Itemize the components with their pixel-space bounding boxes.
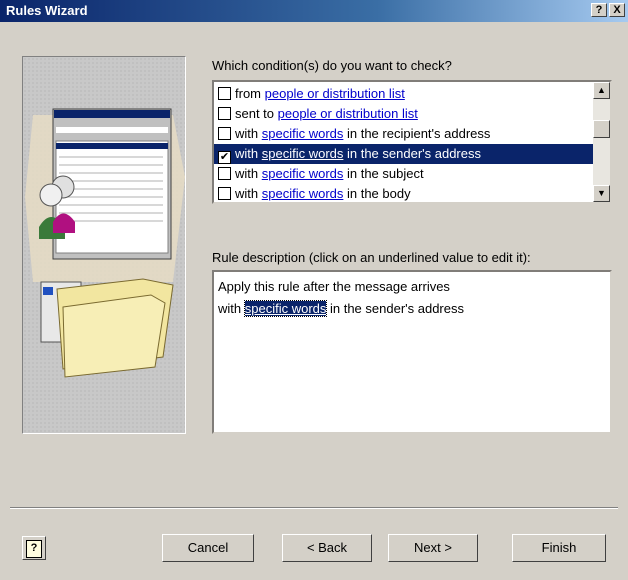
checkbox[interactable]	[218, 127, 231, 140]
cancel-button[interactable]: Cancel	[162, 534, 254, 562]
condition-item[interactable]: sent to people or distribution list	[214, 104, 593, 124]
help-button[interactable]: ?	[22, 536, 46, 560]
checkbox[interactable]	[218, 87, 231, 100]
condition-link[interactable]: specific words	[262, 166, 344, 181]
rule-description-label: Rule description (click on an underlined…	[212, 250, 531, 265]
wizard-illustration	[22, 56, 186, 434]
conditions-scrollbar[interactable]: ▲ ▼	[593, 82, 610, 202]
help-icon[interactable]: ?	[591, 3, 607, 17]
checkbox-checked[interactable]: ✔	[218, 151, 231, 164]
condition-item-selected[interactable]: ✔ with specific words in the sender's add…	[214, 144, 593, 164]
condition-link[interactable]: people or distribution list	[265, 86, 405, 101]
conditions-prompt: Which condition(s) do you want to check?	[212, 58, 452, 73]
scroll-thumb[interactable]	[593, 120, 610, 138]
condition-item[interactable]: with specific words in the body	[214, 184, 593, 202]
help-book-icon: ?	[26, 540, 42, 558]
checkbox[interactable]	[218, 107, 231, 120]
back-button[interactable]: < Back	[282, 534, 372, 562]
conditions-list[interactable]: from people or distribution list sent to…	[212, 80, 612, 204]
checkbox[interactable]	[218, 167, 231, 180]
scroll-up-icon[interactable]: ▲	[593, 82, 610, 99]
condition-link[interactable]: specific words	[262, 146, 344, 161]
close-icon[interactable]: X	[609, 3, 625, 17]
rule-description-box: Apply this rule after the message arrive…	[212, 270, 612, 434]
specific-words-link[interactable]: specific words	[243, 300, 328, 317]
description-line-2: with specific words in the sender's addr…	[218, 300, 464, 317]
condition-item[interactable]: with specific words in the subject	[214, 164, 593, 184]
footer-divider	[10, 507, 618, 509]
condition-link[interactable]: specific words	[262, 186, 344, 201]
window-title: Rules Wizard	[6, 3, 88, 18]
finish-button[interactable]: Finish	[512, 534, 606, 562]
checkbox[interactable]	[218, 187, 231, 200]
title-bar: Rules Wizard ? X	[0, 0, 628, 22]
description-line-1: Apply this rule after the message arrive…	[218, 279, 450, 294]
condition-item[interactable]: with specific words in the recipient's a…	[214, 124, 593, 144]
condition-item[interactable]: from people or distribution list	[214, 84, 593, 104]
condition-link[interactable]: people or distribution list	[278, 106, 418, 121]
scroll-down-icon[interactable]: ▼	[593, 185, 610, 202]
illustration-graphic	[25, 108, 185, 378]
condition-link[interactable]: specific words	[262, 126, 344, 141]
next-button[interactable]: Next >	[388, 534, 478, 562]
